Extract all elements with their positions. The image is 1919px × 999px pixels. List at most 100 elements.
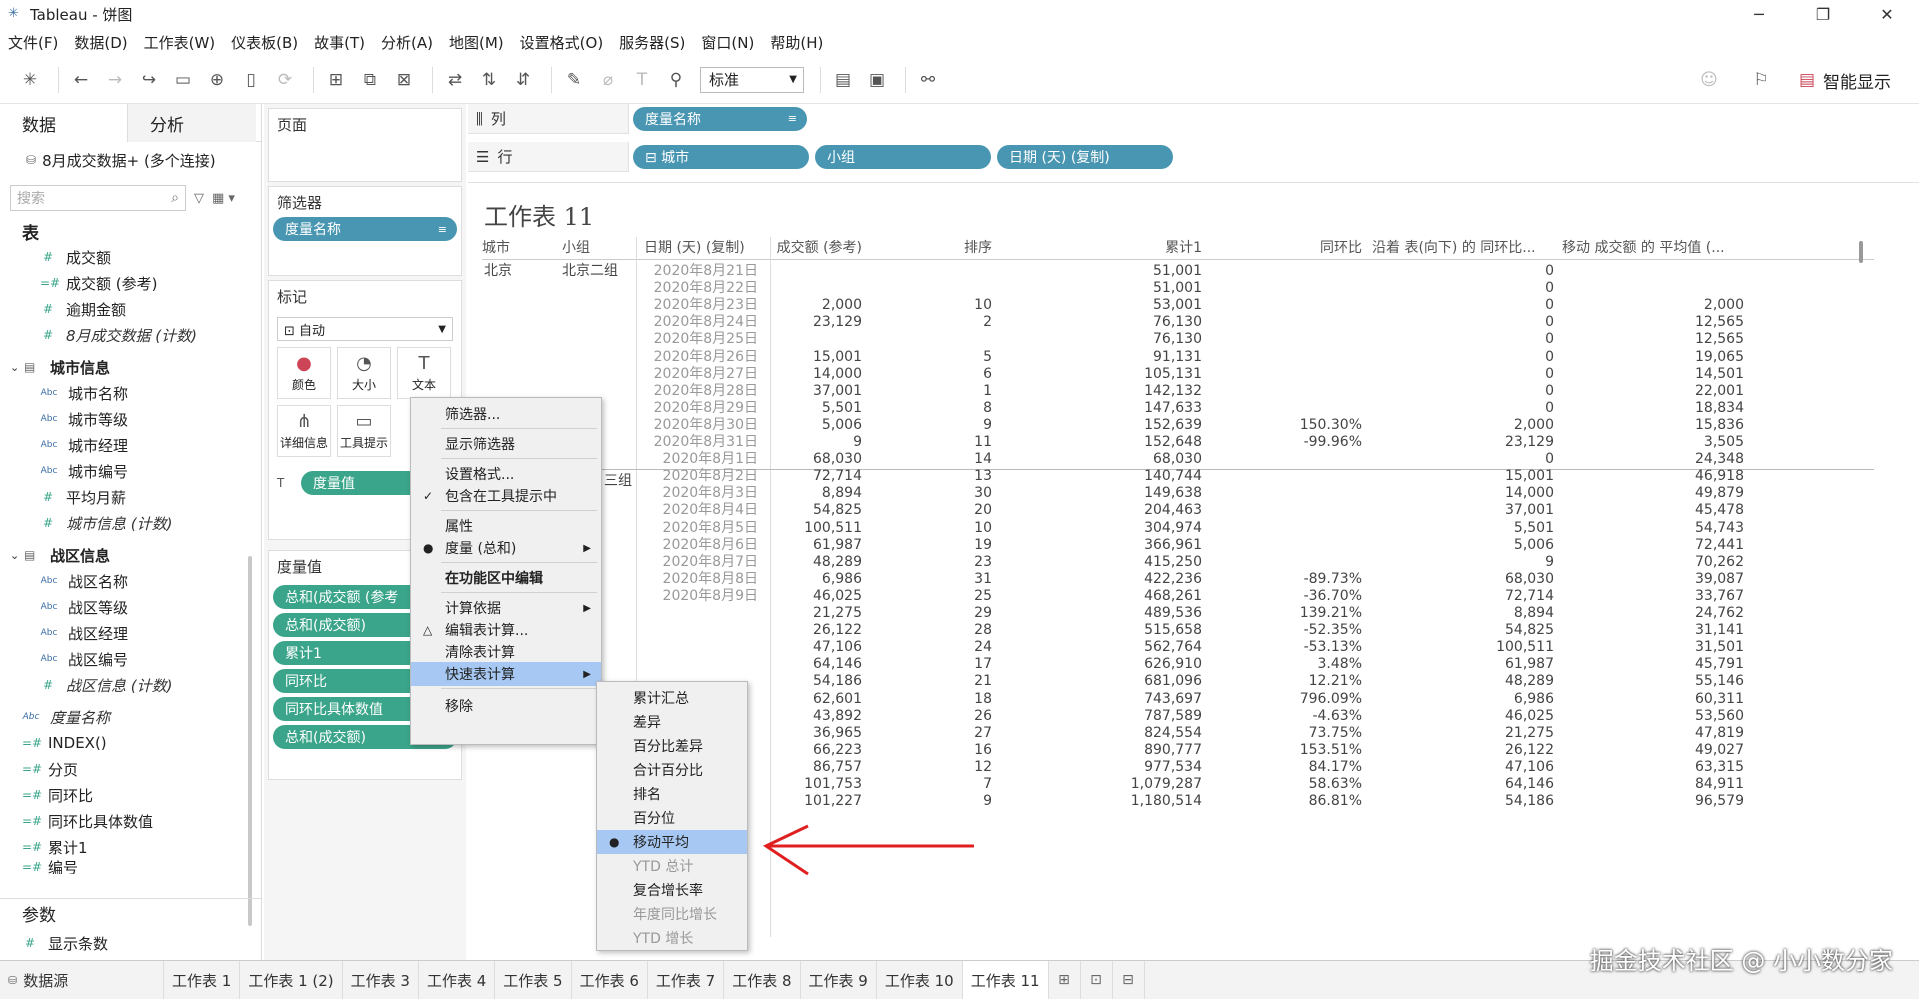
view-options-icon[interactable]: ▦ ▾ xyxy=(212,191,235,206)
field-item[interactable]: # 平均月薪 xyxy=(0,484,261,510)
close-button[interactable]: ✕ xyxy=(1855,0,1919,28)
submenu-percent-of-total[interactable]: 合计百分比 xyxy=(597,758,747,782)
size-button[interactable]: ◔ 大小 xyxy=(337,347,391,399)
menu-file[interactable]: 文件(F) xyxy=(8,32,58,53)
filter-icon[interactable]: ▽ xyxy=(194,191,204,206)
refresh-icon[interactable]: ⟳ xyxy=(271,66,299,94)
smart-show-button[interactable]: 智能显示 xyxy=(1823,68,1891,93)
row-pill-city[interactable]: ⊟ 城市 xyxy=(633,144,809,169)
menu-format[interactable]: 设置格式(O) xyxy=(520,32,604,53)
tooltip-button[interactable]: ▭ 工具提示 xyxy=(337,405,391,457)
sheet-tab[interactable]: 工作表 7 xyxy=(648,960,725,999)
group-cell[interactable]: 北京二组 xyxy=(562,261,618,282)
duplicate-sheet-icon[interactable]: ⧉ xyxy=(356,66,384,94)
pages-card[interactable]: 页面 xyxy=(268,108,462,182)
datasource-connection[interactable]: ⛁ 8月成交数据+ (多个连接) xyxy=(0,142,261,178)
rank-cell[interactable]: 9 xyxy=(912,791,992,812)
group-cell[interactable]: 三组 xyxy=(604,471,632,492)
tab-data[interactable]: 数据 xyxy=(0,104,128,142)
submenu-moving-average[interactable]: ● 移动平均 xyxy=(597,830,747,854)
marks-pill-measure-values[interactable]: 度量值 xyxy=(301,471,421,495)
folder-zone-info[interactable]: ⌄ ▤ 战区信息 xyxy=(0,542,261,568)
rows-drop-zone[interactable]: ⊟ 城市 小组 日期 (天) (复制) xyxy=(628,141,1919,172)
sheet-tab[interactable]: 工作表 1 (2) xyxy=(240,960,343,999)
field-item[interactable]: Abc 度量名称 xyxy=(0,704,261,730)
submenu-percent-difference[interactable]: 百分比差异 xyxy=(597,734,747,758)
yoy-cell[interactable]: 86.81% xyxy=(1242,791,1362,812)
menu-item-quick-table-calc[interactable]: 快速表计算 ▶ xyxy=(411,662,601,686)
swap-rows-columns-icon[interactable]: ⇄ xyxy=(441,66,469,94)
menu-item-clear-table-calc[interactable]: 清除表计算 xyxy=(411,640,601,664)
sheet-tab[interactable]: 工作表 3 xyxy=(343,960,419,999)
sheet-tab-active[interactable]: 工作表 11 xyxy=(962,960,1049,999)
text-button[interactable]: T 文本 xyxy=(397,347,451,399)
columns-drop-zone[interactable]: 度量名称 ≡ xyxy=(628,103,1919,134)
parameter-item[interactable]: # 显示条数 xyxy=(0,930,108,956)
field-item[interactable]: Abc 城市等级 xyxy=(0,406,261,432)
row-pill-date[interactable]: 日期 (天) (复制) xyxy=(997,144,1173,169)
field-item[interactable]: =# 同环比具体数值 xyxy=(0,808,261,834)
header-group[interactable]: 小组 xyxy=(562,237,622,257)
search-input[interactable]: 搜索 ⌕ xyxy=(10,185,186,211)
labels-icon[interactable]: T xyxy=(628,66,656,94)
header-moving-avg[interactable]: 移动 成交额 的 平均值 (... xyxy=(1562,237,1744,257)
menu-item-compute-using[interactable]: 计算依据 ▶ xyxy=(411,596,601,620)
undo-icon[interactable]: ← xyxy=(67,66,95,94)
field-item[interactable]: #8月成交数据 (计数) xyxy=(0,322,261,348)
replay-icon[interactable]: ↪ xyxy=(135,66,163,94)
tooltip-pin-icon[interactable]: ⚐ xyxy=(1747,66,1775,94)
field-item[interactable]: =# INDEX() xyxy=(0,730,261,756)
field-item[interactable]: # 逾期金额 xyxy=(0,296,261,322)
header-cumulative[interactable]: 累计1 xyxy=(1082,237,1202,257)
city-cell[interactable]: 北京 xyxy=(484,261,512,282)
menu-item-measure-sum[interactable]: ● 度量 (总和) ▶ xyxy=(411,536,601,560)
field-item[interactable]: =# 分页 xyxy=(0,756,261,782)
menu-item-show-filter[interactable]: 显示筛选器 xyxy=(411,432,601,456)
menu-item-filter[interactable]: 筛选器... xyxy=(411,402,601,426)
sheet-tab[interactable]: 工作表 8 xyxy=(724,960,801,999)
new-worksheet-icon[interactable]: ⊞ xyxy=(1049,960,1081,999)
menu-item-attribute[interactable]: 属性 xyxy=(411,514,601,538)
menu-story[interactable]: 故事(T) xyxy=(314,32,365,53)
submenu-compound-growth[interactable]: 复合增长率 xyxy=(597,878,747,902)
pause-updates-icon[interactable]: ▯ xyxy=(237,66,265,94)
sheet-scrollbar[interactable] xyxy=(1859,241,1863,263)
mark-type-select[interactable]: ⊡ 自动 ▼ xyxy=(277,317,453,341)
field-item[interactable]: =# 成交额 (参考) xyxy=(0,270,261,296)
new-story-icon[interactable]: ⊟ xyxy=(1113,960,1145,999)
field-item[interactable]: Abc 城市编号 xyxy=(0,458,261,484)
menu-item-format[interactable]: 设置格式... xyxy=(411,462,601,486)
color-button[interactable]: ● 颜色 xyxy=(277,347,331,399)
field-item[interactable]: Abc 城市名称 xyxy=(0,380,261,406)
group-icon[interactable]: ⌀ xyxy=(594,66,622,94)
menu-data[interactable]: 数据(D) xyxy=(74,32,127,53)
submenu-rank[interactable]: 排名 xyxy=(597,782,747,806)
sheet-tab[interactable]: 工作表 4 xyxy=(419,960,496,999)
header-amount-ref[interactable]: 成交额 (参考) xyxy=(722,237,862,257)
menu-server[interactable]: 服务器(S) xyxy=(619,32,685,53)
sheet-tab[interactable]: 工作表 6 xyxy=(572,960,648,999)
submenu-running-total[interactable]: 累计汇总 xyxy=(597,686,747,710)
sheet-tab[interactable]: 工作表 1 xyxy=(164,960,241,999)
menu-map[interactable]: 地图(M) xyxy=(449,32,504,53)
menu-window[interactable]: 窗口(N) xyxy=(701,32,754,53)
field-item[interactable]: Abc 战区名称 xyxy=(0,568,261,594)
sort-ascending-icon[interactable]: ⇅ xyxy=(475,66,503,94)
menu-item-edit-in-shelf[interactable]: 在功能区中编辑 xyxy=(411,566,601,590)
folder-city-info[interactable]: ⌄ ▤ 城市信息 xyxy=(0,354,261,380)
cumulative-cell[interactable]: 1,180,514 xyxy=(1082,791,1202,812)
field-item[interactable]: Abc 战区编号 xyxy=(0,646,261,672)
sheet-tab[interactable]: 工作表 9 xyxy=(801,960,877,999)
filter-pill-measure-names[interactable]: 度量名称 ≡ xyxy=(273,217,457,241)
save-icon[interactable]: ▭ xyxy=(169,66,197,94)
header-yoy-table-down[interactable]: 沿着 表(向下) 的 同环比... xyxy=(1372,237,1554,257)
moving-avg-cell[interactable]: 96,579 xyxy=(1562,791,1744,812)
minimize-button[interactable]: ─ xyxy=(1727,0,1791,28)
tab-analysis[interactable]: 分析 xyxy=(128,104,256,142)
show-cards-icon[interactable]: ▤ xyxy=(829,66,857,94)
tab-datasource[interactable]: ⛁ 数据源 xyxy=(0,960,164,999)
tableau-home-icon[interactable]: ✳ xyxy=(16,66,44,94)
header-city[interactable]: 城市 xyxy=(482,237,542,257)
sheet-tab[interactable]: 工作表 5 xyxy=(495,960,572,999)
menu-worksheet[interactable]: 工作表(W) xyxy=(144,32,216,53)
